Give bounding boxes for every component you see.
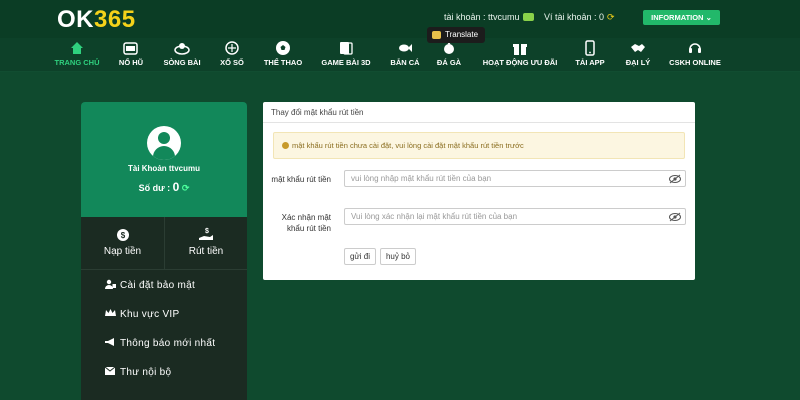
menu-label: Cài đặt bảo mật xyxy=(120,280,196,291)
refresh-balance-icon[interactable]: ⟳ xyxy=(182,183,190,193)
withdraw-button[interactable]: $ Rút tiền xyxy=(164,217,247,270)
eye-slash-icon[interactable] xyxy=(669,212,681,222)
nav-label: ĐÁ GÀ xyxy=(436,58,462,67)
hand-money-icon: $ xyxy=(199,228,213,240)
confirm-password-label: Xác nhận mật khẩu rút tiền xyxy=(281,213,331,233)
gift-icon xyxy=(513,44,527,55)
translate-tooltip[interactable]: Translate xyxy=(427,27,485,43)
withdraw-label: Rút tiền xyxy=(188,246,224,257)
eye-slash-icon[interactable] xyxy=(669,174,681,184)
nav-label: THỂ THAO xyxy=(263,58,303,67)
nav-label: ĐẠI LÝ xyxy=(625,58,651,67)
home-icon xyxy=(71,42,83,54)
nav-label: TẢI APP xyxy=(575,58,605,67)
nav-label: NỔ HŨ xyxy=(118,58,144,67)
logo-text: OK xyxy=(57,6,94,33)
nav-label: XỔ SỐ xyxy=(220,58,244,67)
nav-item-fishing[interactable]: BẮN CÁ xyxy=(386,40,424,70)
site-logo[interactable]: OK365 xyxy=(57,6,136,34)
submit-button[interactable]: gửi đi xyxy=(344,248,376,265)
menu-label: Thư nội bộ xyxy=(120,367,172,378)
refresh-icon[interactable]: ⟳ xyxy=(607,12,615,22)
deposit-label: Nạp tiền xyxy=(103,246,142,257)
nav-label: SÒNG BÀI xyxy=(163,58,201,67)
confirm-password-input[interactable] xyxy=(344,208,686,225)
envelope-icon xyxy=(105,366,116,375)
menu-label: Thông báo mới nhất xyxy=(120,338,216,349)
account-label: tài khoản : ttvcumu xyxy=(444,12,520,22)
headset-icon xyxy=(689,43,701,53)
crown-icon xyxy=(105,309,116,316)
nav-item-slots[interactable]: NỔ HŨ xyxy=(110,40,152,70)
main-nav: TRANG CHỦ NỔ HŨ SÒNG BÀI XỔ SỐ THỂ THAO … xyxy=(0,38,800,72)
wallet-actions: $ Nạp tiền $ Rút tiền xyxy=(81,217,247,270)
message-icon[interactable] xyxy=(522,13,534,21)
logo-number: 365 xyxy=(94,6,136,33)
fish-icon xyxy=(399,44,412,52)
nav-item-agency[interactable]: ĐẠI LÝ xyxy=(620,40,656,70)
nav-item-support[interactable]: CSKH ONLINE xyxy=(668,40,722,70)
phone-icon xyxy=(585,40,595,56)
chevron-down-icon: ⌄ xyxy=(705,13,712,22)
account-info: tài khoản : ttvcumu xyxy=(444,12,534,22)
information-button[interactable]: INFORMATION ⌄ xyxy=(643,10,720,25)
translate-label: Translate xyxy=(445,30,479,39)
nav-label: CSKH ONLINE xyxy=(669,58,721,67)
nav-item-home[interactable]: TRANG CHỦ xyxy=(52,40,102,70)
soccer-icon xyxy=(276,41,290,55)
profile-card: Tài Khoản ttvcumu Số dư : 0 ⟳ xyxy=(81,102,247,217)
withdraw-password-input[interactable] xyxy=(344,170,686,187)
deposit-button[interactable]: $ Nạp tiền xyxy=(81,217,164,270)
menu-item-announcements[interactable]: Thông báo mới nhất xyxy=(105,337,215,351)
lottery-icon xyxy=(225,41,239,55)
warning-icon xyxy=(282,142,289,149)
user-lock-icon xyxy=(105,279,116,289)
top-header: OK365 tài khoản : ttvcumu Ví tài khoản :… xyxy=(0,0,800,38)
nav-item-cockfight[interactable]: ĐÁ GÀ xyxy=(432,40,466,70)
svg-text:$: $ xyxy=(205,228,209,235)
nav-label: BẮN CÁ xyxy=(390,58,420,67)
megaphone-icon xyxy=(105,338,114,346)
money-bag-icon: $ xyxy=(116,229,129,241)
nav-item-promotions[interactable]: HOẠT ĐỘNG ƯU ĐÃI xyxy=(478,40,562,70)
nav-item-cards[interactable]: GAME BÀI 3D xyxy=(318,40,374,70)
nav-label: GAME BÀI 3D xyxy=(321,58,371,67)
balance: Số dư : 0 ⟳ xyxy=(81,180,247,194)
menu-item-inbox[interactable]: Thư nội bộ xyxy=(105,366,171,380)
balance-label: Số dư : xyxy=(138,183,171,193)
account-menu: Cài đặt bảo mật Khu vực VIP Thông báo mớ… xyxy=(81,270,247,400)
menu-label: Khu vực VIP xyxy=(120,309,180,320)
cards-icon xyxy=(340,42,353,55)
cancel-button[interactable]: huỷ bỏ xyxy=(380,248,416,265)
menu-item-security-settings[interactable]: Cài đặt bảo mật xyxy=(105,279,195,293)
nav-label: TRANG CHỦ xyxy=(54,58,100,67)
nav-item-casino[interactable]: SÒNG BÀI xyxy=(160,40,204,70)
translate-icon xyxy=(432,31,441,39)
information-label: INFORMATION xyxy=(651,13,704,22)
wallet-info: Ví tài khoản : 0 ⟳ xyxy=(544,12,615,23)
balance-value: 0 xyxy=(172,180,180,194)
handshake-icon xyxy=(631,44,645,52)
menu-item-vip[interactable]: Khu vực VIP xyxy=(105,308,179,322)
nav-item-lottery[interactable]: XỔ SỐ xyxy=(214,40,250,70)
nav-item-sports[interactable]: THỂ THAO xyxy=(262,40,304,70)
wallet-label: Ví tài khoản : 0 xyxy=(544,12,605,22)
casino-icon xyxy=(174,43,190,55)
nav-item-download-app[interactable]: TẢI APP xyxy=(572,40,608,70)
change-withdraw-password-card: Thay đổi mật khẩu rút tiền mật khẩu rút … xyxy=(263,102,695,280)
password-label: mật khẩu rút tiền xyxy=(271,175,331,184)
alert-text: mật khẩu rút tiền chưa cài đặt, vui lòng… xyxy=(292,141,524,150)
account-name: Tài Khoản ttvcumu xyxy=(127,164,200,173)
svg-text:$: $ xyxy=(120,231,125,240)
warning-alert: mật khẩu rút tiền chưa cài đặt, vui lòng… xyxy=(273,132,685,159)
nav-label: HOẠT ĐỘNG ƯU ĐÃI xyxy=(482,58,558,67)
avatar-icon xyxy=(147,126,181,160)
card-title: Thay đổi mật khẩu rút tiền xyxy=(263,102,695,123)
slot-icon xyxy=(123,42,138,55)
